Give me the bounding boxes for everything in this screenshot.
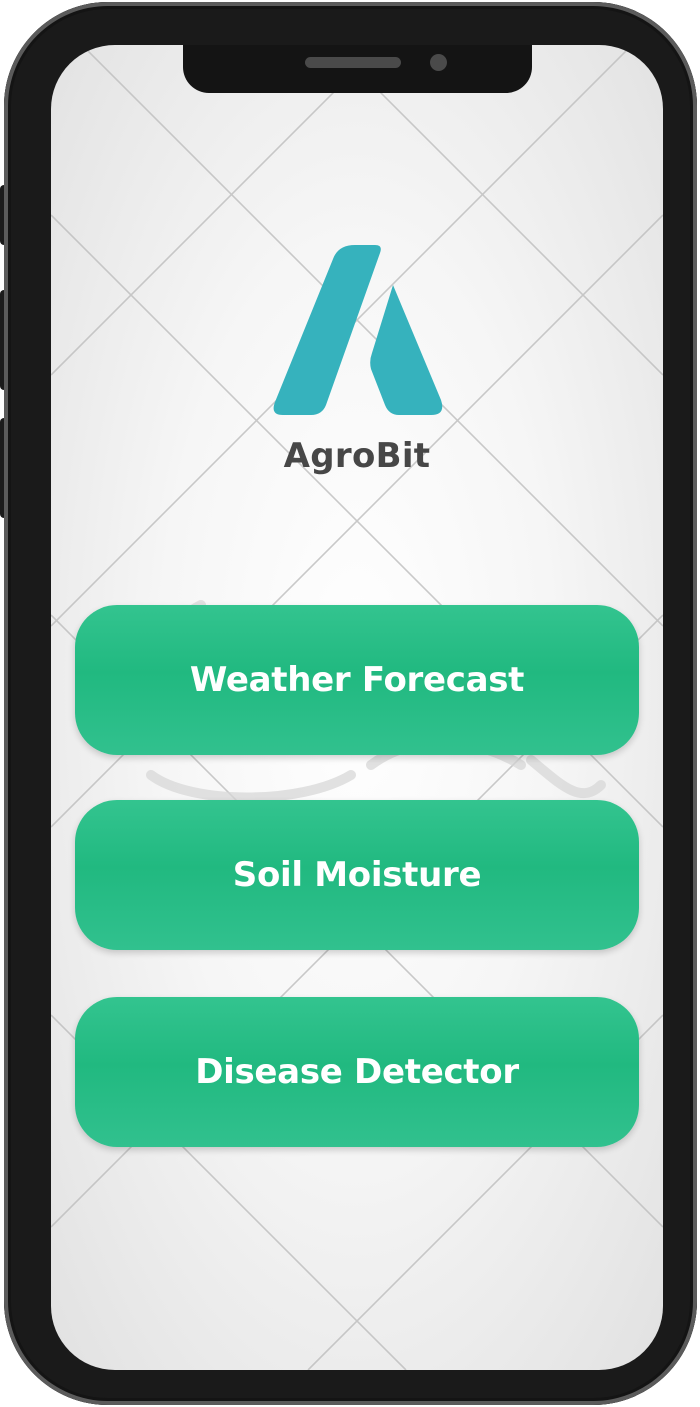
agrobit-logo-icon bbox=[273, 245, 443, 415]
notch bbox=[183, 45, 532, 93]
app-screen: AgroBit Weather Forecast Soil Moisture D… bbox=[51, 45, 663, 1370]
speaker-grille bbox=[305, 57, 401, 68]
front-camera bbox=[430, 54, 447, 71]
app-brand-name: AgroBit bbox=[283, 436, 431, 476]
weather-forecast-button[interactable]: Weather Forecast bbox=[75, 605, 639, 755]
phone-frame: AgroBit Weather Forecast Soil Moisture D… bbox=[4, 2, 697, 1405]
soil-moisture-button[interactable]: Soil Moisture bbox=[75, 800, 639, 950]
disease-detector-button[interactable]: Disease Detector bbox=[75, 997, 639, 1147]
phone-mockup: AgroBit Weather Forecast Soil Moisture D… bbox=[0, 0, 700, 1407]
